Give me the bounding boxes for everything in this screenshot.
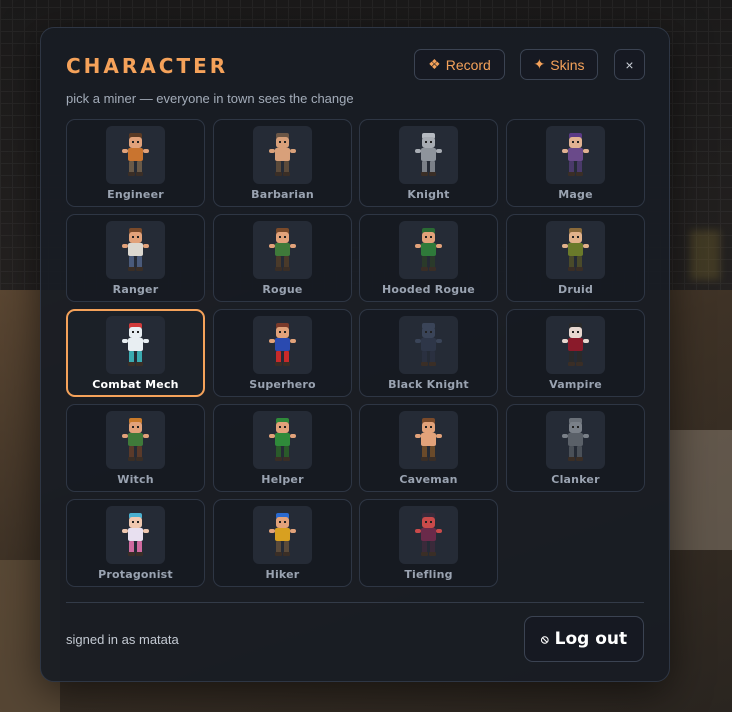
engineer-avatar [106, 126, 165, 184]
character-name: Druid [557, 283, 594, 296]
close-button[interactable]: × [614, 49, 645, 80]
backdrop-glow [690, 230, 720, 280]
druid-avatar [546, 221, 605, 279]
superhero-avatar [253, 316, 312, 374]
character-card[interactable]: Tiefling [359, 499, 498, 587]
mage-avatar [546, 126, 605, 184]
character-card[interactable]: Protagonist [66, 499, 205, 587]
backdrop-block [668, 430, 732, 550]
character-card[interactable]: Druid [506, 214, 645, 302]
character-card[interactable]: Black Knight [359, 309, 498, 397]
character-name: Knight [407, 188, 450, 201]
skins-label: Skins [550, 56, 585, 73]
black-knight-avatar [399, 316, 458, 374]
character-card[interactable]: Helper [213, 404, 352, 492]
character-card[interactable]: Mage [506, 119, 645, 207]
character-name: Engineer [107, 188, 164, 201]
character-card[interactable]: Hooded Rogue [359, 214, 498, 302]
character-name: Clanker [551, 473, 600, 486]
witch-avatar [106, 411, 165, 469]
caveman-avatar [399, 411, 458, 469]
character-name: Combat Mech [92, 378, 179, 391]
tiefling-avatar [399, 506, 458, 564]
vampire-avatar [546, 316, 605, 374]
record-label: Record [445, 56, 491, 73]
rogue-avatar [253, 221, 312, 279]
character-name: Superhero [249, 378, 316, 391]
character-name: Mage [558, 188, 593, 201]
character-name: Witch [117, 473, 154, 486]
character-card[interactable]: Vampire [506, 309, 645, 397]
logout-button[interactable]: ⦸ Log out [524, 616, 644, 662]
character-card[interactable]: Ranger [66, 214, 205, 302]
signed-in-text: signed in as matata [66, 632, 179, 647]
character-card[interactable]: Knight [359, 119, 498, 207]
close-icon: × [625, 56, 634, 73]
character-card[interactable]: Clanker [506, 404, 645, 492]
protagonist-avatar [106, 506, 165, 564]
helper-avatar [253, 411, 312, 469]
character-name: Caveman [399, 473, 458, 486]
character-card[interactable]: Caveman [359, 404, 498, 492]
sparkle-icon: ✦ [533, 56, 546, 72]
character-name: Ranger [112, 283, 159, 296]
character-name: Helper [261, 473, 304, 486]
character-name: Hooded Rogue [382, 283, 475, 296]
character-card[interactable]: Superhero [213, 309, 352, 397]
character-name: Protagonist [98, 568, 173, 581]
logout-icon: ⦸ [540, 631, 549, 646]
hiker-avatar [253, 506, 312, 564]
character-card[interactable]: Combat Mech [66, 309, 205, 397]
logout-label: Log out [554, 629, 628, 649]
divider [66, 602, 644, 603]
record-button[interactable]: ❖ Record [414, 49, 505, 80]
character-name: Black Knight [388, 378, 469, 391]
character-name: Tiefling [404, 568, 453, 581]
hooded-rogue-avatar [399, 221, 458, 279]
ranger-avatar [106, 221, 165, 279]
panel-subtitle: pick a miner — everyone in town sees the… [66, 91, 354, 106]
combat-mech-avatar [106, 316, 165, 374]
character-card[interactable]: Hiker [213, 499, 352, 587]
character-panel: CHARACTER pick a miner — everyone in tow… [40, 27, 670, 682]
knight-avatar [399, 126, 458, 184]
character-card[interactable]: Rogue [213, 214, 352, 302]
character-name: Rogue [262, 283, 303, 296]
character-card[interactable]: Witch [66, 404, 205, 492]
character-name: Hiker [265, 568, 300, 581]
character-card[interactable]: Barbarian [213, 119, 352, 207]
clanker-avatar [546, 411, 605, 469]
skins-button[interactable]: ✦ Skins [520, 49, 598, 80]
record-icon: ❖ [428, 56, 441, 72]
panel-title: CHARACTER [66, 54, 229, 78]
character-name: Vampire [549, 378, 602, 391]
barbarian-avatar [253, 126, 312, 184]
character-card[interactable]: Engineer [66, 119, 205, 207]
character-name: Barbarian [251, 188, 314, 201]
